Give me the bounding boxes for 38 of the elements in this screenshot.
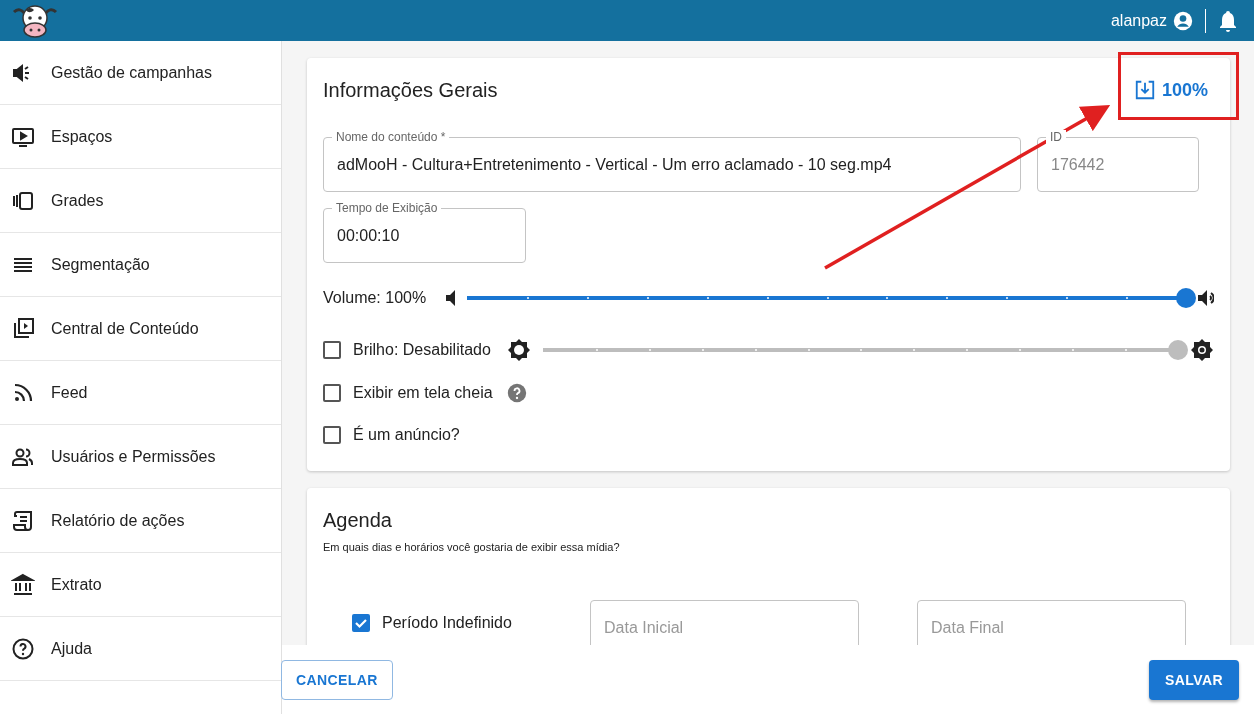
brightness-icon — [1190, 338, 1214, 362]
section-title: Agenda — [323, 509, 393, 532]
brightness-icon — [506, 338, 531, 362]
download-button[interactable]: 100% — [1133, 79, 1208, 101]
sidebar-item[interactable]: Extrato — [0, 553, 281, 617]
sidebar-item[interactable]: Espaços — [0, 105, 281, 169]
checkbox-label: É um anúncio? — [353, 426, 460, 444]
sidebar-item[interactable]: Usuários e Permissões — [0, 425, 281, 489]
section-subtitle: Em quais dias e horários você gostaria de exibir essa mídia? — [323, 541, 621, 553]
volume-label: Volume: 100% — [323, 289, 427, 307]
speaker-loud-icon — [1198, 290, 1214, 306]
cow-logo — [12, 3, 58, 38]
download-icon — [1133, 79, 1156, 101]
sidebar-item[interactable]: Segmentação — [0, 233, 281, 297]
sidebar-item[interactable]: Grades — [0, 169, 281, 233]
sidebar-item[interactable]: Ajuda — [0, 617, 281, 681]
checkbox-label: Brilho: Desabilitado — [353, 341, 491, 359]
speaker-icon — [446, 290, 456, 306]
checkbox-label: Período Indefinido — [382, 614, 512, 632]
checkbox-label: Exibir em tela cheia — [353, 384, 493, 402]
checkbox[interactable] — [323, 426, 341, 444]
checkbox[interactable] — [323, 384, 341, 402]
sidebar-item[interactable]: Gestão de campanhas — [0, 41, 281, 105]
notification-bell-icon[interactable] — [1218, 9, 1238, 32]
sidebar-item[interactable]: Relatório de ações — [0, 489, 281, 553]
library-icon — [11, 316, 35, 341]
sidebar-item[interactable]: Central de Conteúdo — [0, 297, 281, 361]
sidebar-item[interactable]: Feed — [0, 361, 281, 425]
save-button[interactable]: SALVAR — [1149, 659, 1239, 700]
account-icon[interactable] — [1173, 10, 1193, 31]
help-icon[interactable] — [506, 383, 527, 403]
section-title: Informações Gerais — [323, 78, 498, 102]
bank-icon — [11, 572, 35, 597]
scroll-icon — [11, 508, 35, 533]
cancel-button[interactable]: CANCELAR — [281, 659, 393, 700]
user-name[interactable]: alanpaz — [1110, 11, 1167, 30]
help-icon — [11, 636, 35, 661]
checkbox[interactable] — [352, 614, 370, 632]
